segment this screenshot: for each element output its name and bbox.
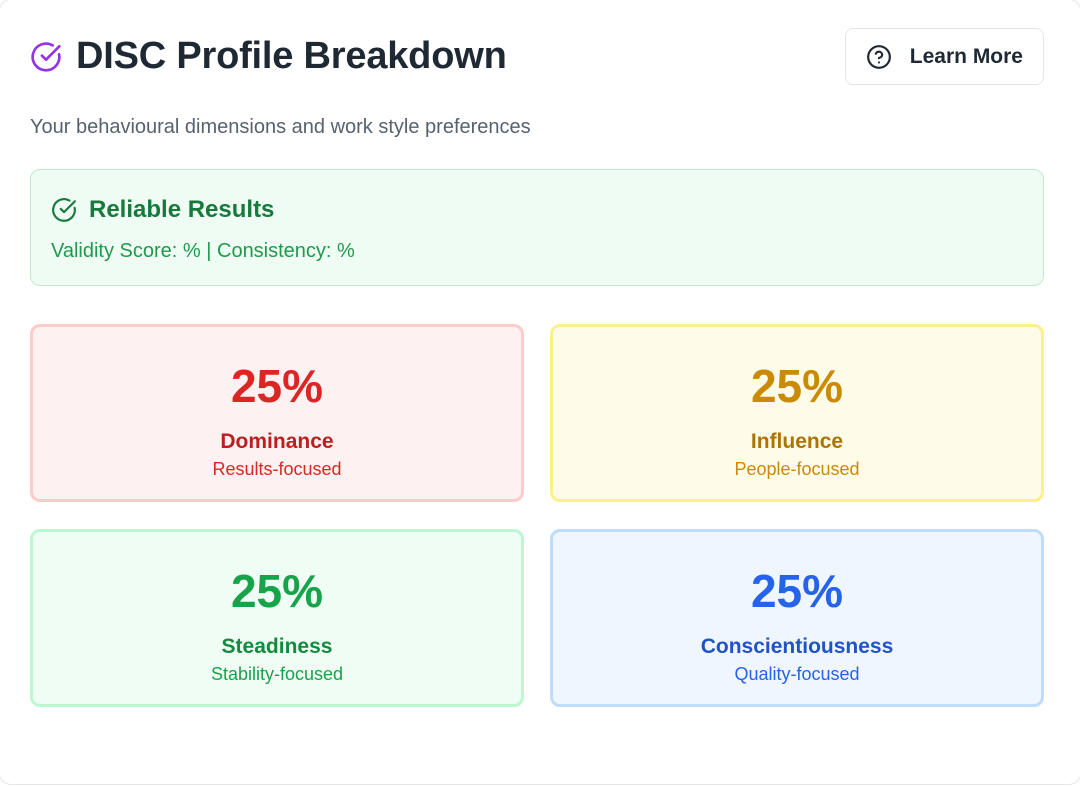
dimension-card-steadiness: 25% Steadiness Stability-focused xyxy=(30,529,524,707)
learn-more-button[interactable]: Learn More xyxy=(844,28,1044,85)
dimension-focus: Quality-focused xyxy=(734,664,860,684)
header: DISC Profile Breakdown Learn More xyxy=(30,28,1044,85)
page-subtitle: Your behavioural dimensions and work sty… xyxy=(30,116,531,138)
dimension-focus: Stability-focused xyxy=(210,664,344,684)
dimension-percent: 25% xyxy=(750,360,844,412)
dimension-focus: Results-focused xyxy=(212,459,342,479)
title-group: DISC Profile Breakdown xyxy=(30,35,507,78)
dimension-name: Influence xyxy=(750,430,844,453)
page-title: DISC Profile Breakdown xyxy=(76,35,507,77)
circle-check-icon xyxy=(52,198,76,222)
dimension-name: Dominance xyxy=(220,430,334,453)
dimension-focus: People-focused xyxy=(734,459,860,479)
dimension-name: Steadiness xyxy=(221,635,333,658)
learn-more-label: Learn More xyxy=(909,44,1023,68)
dimension-percent: 25% xyxy=(230,360,324,412)
circle-check-icon xyxy=(31,41,61,72)
dimension-card-dominance: 25% Dominance Results-focused xyxy=(30,324,524,502)
dimension-card-conscientiousness: 25% Conscientiousness Quality-focused xyxy=(550,529,1044,707)
dimension-percent: 25% xyxy=(230,565,324,617)
reliability-header: Reliable Results xyxy=(51,196,274,224)
dimension-name: Conscientiousness xyxy=(700,635,894,658)
reliability-scores: Validity Score: % | Consistency: % xyxy=(51,240,355,262)
question-circle-icon xyxy=(866,44,891,69)
reliability-title: Reliable Results xyxy=(89,196,275,223)
dimension-card-influence: 25% Influence People-focused xyxy=(550,324,1044,502)
reliability-banner: Reliable Results Validity Score: % | Con… xyxy=(30,169,1044,286)
dimension-percent: 25% xyxy=(750,565,844,617)
